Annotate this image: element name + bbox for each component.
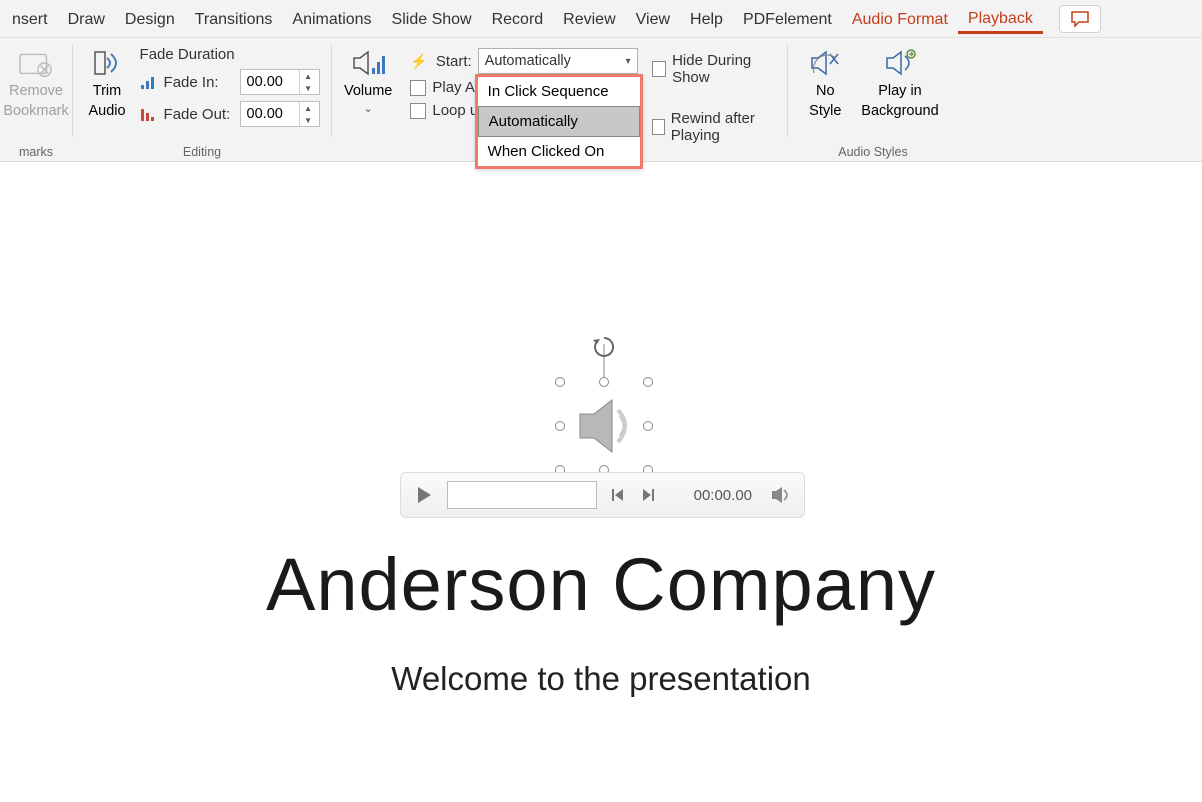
tab-help[interactable]: Help <box>680 5 733 33</box>
play-across-checkbox[interactable] <box>410 80 426 96</box>
rewind-label: Rewind after Playing <box>671 110 779 144</box>
slide-subtitle[interactable]: Welcome to the presentation <box>0 660 1202 698</box>
tab-slideshow[interactable]: Slide Show <box>382 5 482 33</box>
fade-in-down[interactable]: ▼ <box>300 82 317 94</box>
lightning-icon: ⚡ <box>410 53 427 70</box>
selection-handle-w[interactable] <box>555 421 565 431</box>
group-audio-options: Volume ⌄ ⚡ Start: Automatically ▾ In Cli… <box>332 38 787 161</box>
audio-player: 00:00.00 <box>400 472 805 518</box>
slide: 00:00.00 Anderson Company Welcome to the… <box>0 172 1202 792</box>
remove-bookmark-button: Remove Bookmark <box>0 44 73 122</box>
ribbon-tabs: nsert Draw Design Transitions Animations… <box>0 0 1202 38</box>
comment-icon <box>1070 10 1090 28</box>
tab-design[interactable]: Design <box>115 5 185 33</box>
rewind-checkbox[interactable] <box>652 119 665 135</box>
tab-record[interactable]: Record <box>482 5 554 33</box>
player-volume-button[interactable] <box>770 485 792 505</box>
fade-out-icon <box>140 105 158 123</box>
start-dropdown-list: In Click Sequence Automatically When Cli… <box>475 74 643 169</box>
fade-in-icon <box>140 73 158 91</box>
trim-audio-button[interactable]: Trim Audio <box>84 44 129 122</box>
group-label-audiostyles: Audio Styles <box>838 145 907 159</box>
remove-bookmark-label1: Remove <box>9 82 63 100</box>
fade-out-input[interactable]: ▲▼ <box>240 101 320 127</box>
start-dropdown[interactable]: Automatically ▾ In Click Sequence Automa… <box>478 48 638 74</box>
rotation-icon <box>591 334 617 360</box>
group-editing: Trim Audio Fade Duration Fade In: ▲▼ <box>73 38 331 161</box>
selection-handle-n[interactable] <box>599 377 609 387</box>
player-time: 00:00.00 <box>694 487 752 504</box>
play-background-icon <box>883 48 917 78</box>
play-background-button[interactable]: Play in Background <box>857 44 942 122</box>
dropdown-option-automatically[interactable]: Automatically <box>478 106 640 137</box>
group-label-bookmarks: marks <box>19 145 53 159</box>
group-bookmarks: Remove Bookmark marks <box>0 38 72 161</box>
dropdown-option-sequence[interactable]: In Click Sequence <box>478 77 640 106</box>
trim-audio-icon <box>89 48 125 78</box>
loop-checkbox[interactable] <box>410 103 426 119</box>
selection-handle-nw[interactable] <box>555 377 565 387</box>
fade-in-input[interactable]: ▲▼ <box>240 69 320 95</box>
group-label-editing: Editing <box>183 145 221 159</box>
start-label: Start: <box>436 53 472 70</box>
tab-insert[interactable]: nsert <box>2 5 58 33</box>
slide-title[interactable]: Anderson Company <box>0 542 1202 627</box>
tab-audioformat[interactable]: Audio Format <box>842 5 958 33</box>
remove-bookmark-label2: Bookmark <box>3 102 68 120</box>
no-style-label1: No <box>816 82 835 100</box>
volume-label: Volume <box>344 82 392 100</box>
trim-audio-label2: Audio <box>88 102 125 120</box>
play-button[interactable] <box>413 484 435 506</box>
hide-during-checkbox[interactable] <box>652 61 666 77</box>
hide-during-label: Hide During Show <box>672 52 779 86</box>
play-across-label: Play A <box>432 79 475 96</box>
volume-caret-icon: ⌄ <box>364 102 373 115</box>
play-background-label1: Play in <box>878 82 922 100</box>
slide-canvas[interactable]: 00:00.00 Anderson Company Welcome to the… <box>0 162 1202 802</box>
comments-button[interactable] <box>1059 5 1101 33</box>
ribbon: Remove Bookmark marks Trim Audio <box>0 38 1202 162</box>
no-style-label2: Style <box>809 102 841 120</box>
fade-in-up[interactable]: ▲ <box>300 70 317 82</box>
fade-out-label: Fade Out: <box>164 106 234 123</box>
selection-handle-ne[interactable] <box>643 377 653 387</box>
rotation-handle[interactable] <box>591 334 617 365</box>
tab-draw[interactable]: Draw <box>58 5 115 33</box>
audio-object[interactable] <box>560 382 648 470</box>
skip-forward-button[interactable] <box>639 486 657 504</box>
tab-review[interactable]: Review <box>553 5 625 33</box>
loop-label: Loop u <box>432 102 478 119</box>
group-audio-styles: No Style Play in Background Audio Styles <box>788 38 958 161</box>
tab-pdfelement[interactable]: PDFelement <box>733 5 842 33</box>
dropdown-option-clicked[interactable]: When Clicked On <box>478 137 640 166</box>
speaker-icon <box>560 382 648 470</box>
tab-playback[interactable]: Playback <box>958 4 1043 34</box>
tab-transitions[interactable]: Transitions <box>185 5 283 33</box>
tab-view[interactable]: View <box>626 5 680 33</box>
start-dropdown-value: Automatically <box>485 53 571 69</box>
tab-animations[interactable]: Animations <box>282 5 381 33</box>
dropdown-caret-icon: ▾ <box>626 56 631 67</box>
remove-bookmark-icon <box>18 48 54 78</box>
volume-icon <box>350 48 386 78</box>
fade-in-label: Fade In: <box>164 74 234 91</box>
fade-out-value[interactable] <box>241 104 299 124</box>
fade-out-up[interactable]: ▲ <box>300 102 317 114</box>
volume-button[interactable]: Volume ⌄ <box>340 44 396 117</box>
play-background-label2: Background <box>861 102 938 120</box>
fade-out-down[interactable]: ▼ <box>300 114 317 126</box>
selection-handle-e[interactable] <box>643 421 653 431</box>
progress-bar[interactable] <box>447 481 597 509</box>
fade-duration-label: Fade Duration <box>140 46 235 63</box>
fade-in-value[interactable] <box>241 72 299 92</box>
trim-audio-label1: Trim <box>93 82 121 100</box>
no-style-icon <box>808 48 842 78</box>
no-style-button[interactable]: No Style <box>803 44 847 122</box>
skip-back-button[interactable] <box>609 486 627 504</box>
